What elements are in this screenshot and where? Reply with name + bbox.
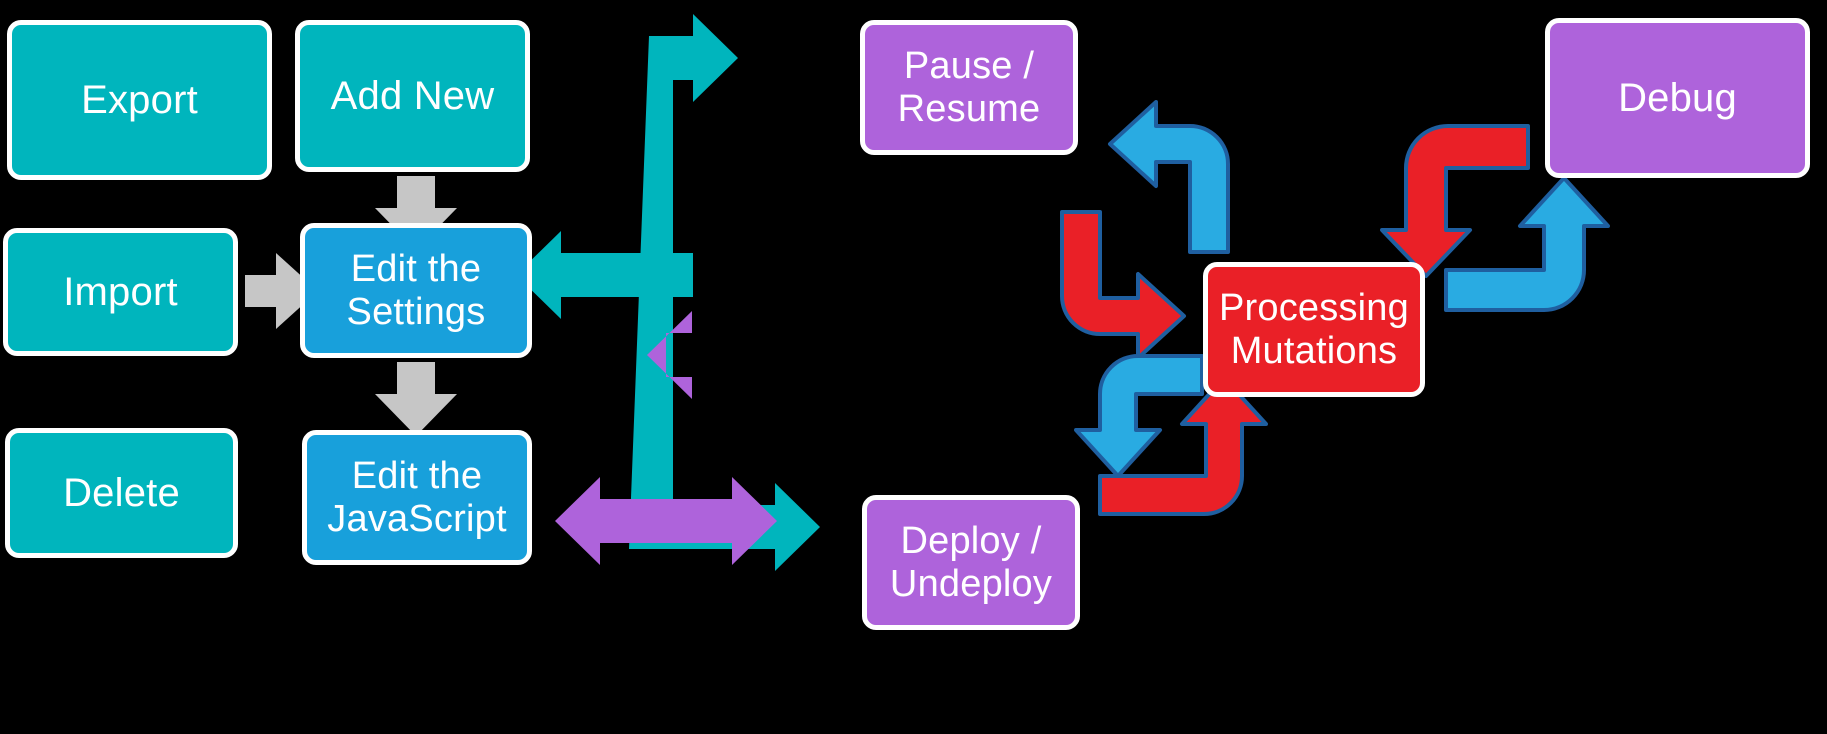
node-add-new[interactable]: Add New: [295, 20, 530, 172]
connector-debug-to-processing: [1380, 124, 1530, 278]
connector-edit-js-to-pause-resume: [516, 14, 820, 571]
diagram-canvas: Export Add New Import Edit the Settings Dele…: [0, 0, 1827, 734]
node-processing[interactable]: Processing Mutations: [1203, 262, 1425, 397]
node-edit-settings[interactable]: Edit the Settings: [300, 223, 532, 358]
connector-pause-to-processing: [1060, 210, 1186, 360]
node-deploy[interactable]: Deploy / Undeploy: [862, 495, 1080, 630]
connector-processing-to-pause: [1108, 100, 1230, 254]
node-import[interactable]: Import: [3, 228, 238, 356]
connector-processing-to-debug: [1444, 176, 1610, 312]
connector-deploy-to-processing: [1098, 376, 1268, 516]
connector-edit-js-to-deploy: [555, 311, 777, 565]
node-export[interactable]: Export: [7, 20, 272, 180]
node-debug[interactable]: Debug: [1545, 18, 1810, 178]
node-edit-js[interactable]: Edit the JavaScript: [302, 430, 532, 565]
node-delete[interactable]: Delete: [5, 428, 238, 558]
connector-processing-to-deploy: [1074, 354, 1204, 478]
connector-edit-settings-to-edit-js: [375, 362, 457, 436]
node-pause-resume[interactable]: Pause / Resume: [860, 20, 1078, 155]
